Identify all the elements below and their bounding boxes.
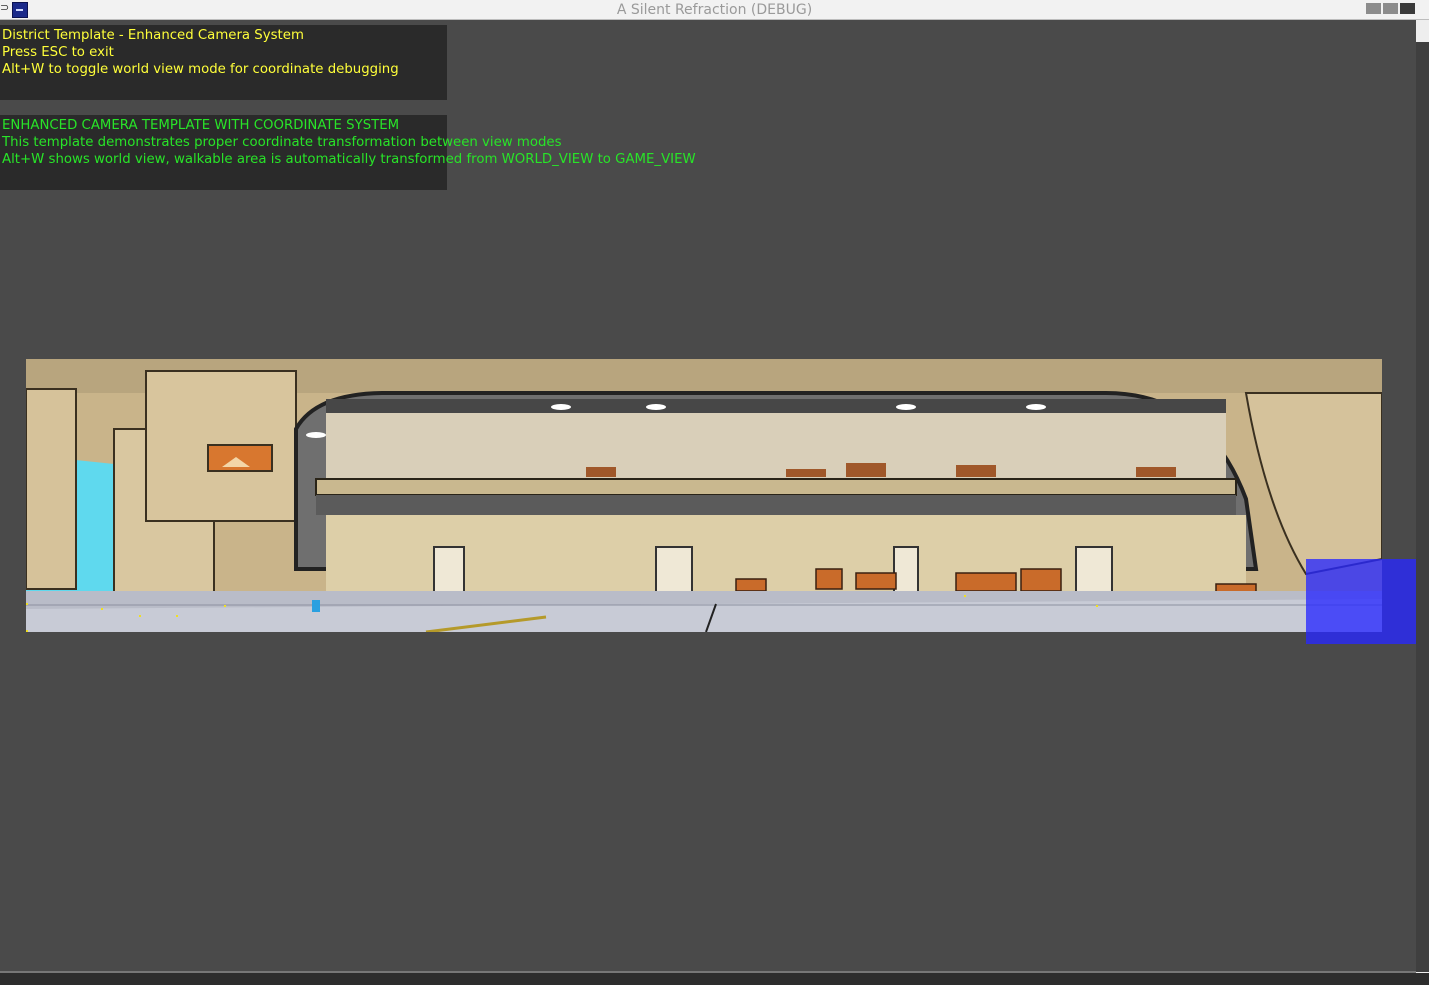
hangar-scene[interactable] [26,359,1382,632]
debug-overlay-box [1306,559,1416,644]
info-line: District Template - Enhanced Camera Syst… [2,28,304,43]
info-line: Alt+W to toggle world view mode for coor… [2,62,399,77]
bottom-bar [0,973,1429,985]
info-line: Press ESC to exit [2,45,114,60]
window-title: A Silent Refraction (DEBUG) [616,2,813,18]
scrollbar[interactable] [1416,20,1429,975]
minimize-button[interactable] [1366,3,1381,14]
info-panel: District Template - Enhanced Camera Syst… [0,25,447,100]
debug-panel: ENHANCED CAMERA TEMPLATE WITH COORDINATE… [0,115,696,190]
debug-line: This template demonstrates proper coordi… [2,135,562,150]
close-button[interactable] [1400,3,1415,14]
debug-line: ENHANCED CAMERA TEMPLATE WITH COORDINATE… [2,118,400,133]
scrollbar-thumb[interactable] [1416,42,1429,972]
debug-line: Alt+W shows world view, walkable area is… [2,152,696,167]
hangar-illustration [26,359,1382,632]
window-controls [1366,3,1415,14]
window-titlebar: ⊃ A Silent Refraction (DEBUG) [0,0,1429,20]
maximize-button[interactable] [1383,3,1398,14]
walkable-area-marker [312,600,320,612]
